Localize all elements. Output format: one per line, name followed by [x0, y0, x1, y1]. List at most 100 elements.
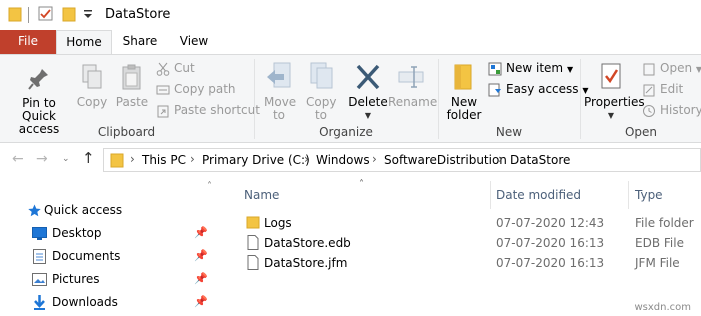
file-list: ˄ Name Date modified Type Logs 07-07-202…	[216, 177, 701, 316]
new-folder-button[interactable]: New folder	[444, 61, 484, 122]
tab-view[interactable]: View	[170, 30, 218, 54]
nav-label: Pictures	[52, 272, 100, 286]
file-type: File folder	[635, 216, 694, 230]
file-date: 07-07-2020 12:43	[496, 216, 605, 230]
ribbon-home: Pin to Quick access Copy Paste Cut Copy …	[0, 54, 701, 143]
pin-icon[interactable]: 📌	[194, 226, 208, 239]
new-folder-quick-icon[interactable]	[62, 6, 76, 22]
column-header-name[interactable]: Name	[244, 188, 279, 202]
up-arrow-icon[interactable]: ↑	[82, 149, 95, 167]
scissors-icon	[156, 62, 170, 76]
rename-label: Rename	[388, 95, 438, 109]
rename-button[interactable]: Rename	[388, 61, 438, 109]
documents-icon	[33, 249, 46, 264]
nav-item-desktop[interactable]: Desktop 📌	[0, 222, 213, 245]
column-header-date-modified[interactable]: Date modified	[496, 188, 581, 202]
paste-shortcut-icon	[156, 104, 170, 118]
open-group-label: Open	[624, 125, 658, 139]
properties-button[interactable]: Properties ▼	[584, 61, 645, 122]
table-row[interactable]: DataStore.jfm 07-07-2020 16:13 JFM File	[238, 253, 701, 273]
properties-dropdown-icon[interactable]: ▼	[584, 109, 638, 122]
navigation-pane: ˄ Quick access Desktop 📌 Documents 📌 Pic…	[0, 177, 213, 316]
breadcrumb-this-pc[interactable]: This PC	[142, 153, 186, 167]
column-divider[interactable]	[628, 181, 629, 209]
delete-button[interactable]: Delete ▼	[348, 61, 388, 122]
move-to-icon	[267, 62, 291, 88]
address-bar[interactable]: › This PC › Primary Drive (C:) › Windows…	[103, 148, 701, 172]
tab-file[interactable]: File	[0, 30, 56, 54]
chevron-right-icon[interactable]: ›	[498, 152, 503, 166]
easy-access-button[interactable]: Easy access ▼	[488, 80, 589, 98]
scroll-up-icon[interactable]: ˄	[207, 181, 212, 192]
delete-dropdown-icon[interactable]: ▼	[348, 109, 388, 122]
ribbon-tabs: File Home Share View	[0, 30, 701, 54]
open-dropdown-icon: ▼	[695, 65, 701, 74]
breadcrumb-windows[interactable]: Windows	[316, 153, 370, 167]
cut-label: Cut	[174, 61, 195, 75]
table-row[interactable]: DataStore.edb 07-07-2020 16:13 EDB File	[238, 233, 701, 253]
organize-group-label: Organize	[319, 125, 373, 139]
tab-home[interactable]: Home	[56, 30, 112, 54]
customize-toolbar-icon[interactable]	[83, 10, 93, 20]
file-type: JFM File	[635, 256, 680, 270]
recent-locations-icon[interactable]: ⌄	[62, 154, 70, 164]
nav-label: Downloads	[52, 295, 118, 309]
breadcrumb-primary-drive[interactable]: Primary Drive (C:)	[202, 153, 310, 167]
column-header-type[interactable]: Type	[635, 188, 663, 202]
pin-icon[interactable]: 📌	[194, 272, 208, 285]
chevron-right-icon[interactable]: ›	[372, 152, 377, 166]
breadcrumb-softwaredistribution[interactable]: SoftwareDistribution	[384, 153, 507, 167]
folder-icon	[8, 7, 22, 22]
folder-icon	[246, 216, 260, 229]
window-title: DataStore	[105, 7, 171, 22]
new-item-icon	[488, 62, 502, 76]
nav-item-documents[interactable]: Documents 📌	[0, 245, 213, 268]
open-button[interactable]: Open ▼	[642, 59, 701, 77]
rename-icon	[398, 66, 424, 88]
address-row: ← → ⌄ ↑ › This PC › Primary Drive (C:) ›…	[0, 143, 701, 177]
copy-button[interactable]: Copy	[76, 63, 108, 109]
tab-share[interactable]: Share	[114, 30, 166, 54]
properties-check-icon[interactable]	[38, 6, 54, 22]
breadcrumb-datastore[interactable]: DataStore	[510, 153, 570, 167]
nav-item-pictures[interactable]: Pictures 📌	[0, 268, 213, 291]
nav-label: Quick access	[44, 203, 123, 217]
back-arrow-icon[interactable]: ←	[12, 151, 24, 167]
nav-label: Desktop	[52, 226, 102, 240]
new-item-button[interactable]: New item ▼	[488, 59, 573, 77]
copy-to-icon	[310, 62, 333, 89]
star-icon	[28, 204, 41, 217]
nav-item-quick-access[interactable]: Quick access	[0, 199, 213, 222]
file-date: 07-07-2020 16:13	[496, 256, 605, 270]
table-row[interactable]: Logs 07-07-2020 12:43 File folder	[238, 213, 701, 233]
edit-button[interactable]: Edit	[642, 80, 683, 98]
new-folder-icon	[454, 64, 472, 90]
delete-icon	[356, 64, 380, 90]
history-label: History	[660, 103, 701, 117]
chevron-right-icon[interactable]: ›	[130, 152, 135, 166]
properties-icon	[601, 63, 621, 89]
column-divider[interactable]	[490, 181, 491, 209]
paste-button[interactable]: Paste	[114, 63, 150, 109]
new-item-dropdown-icon: ▼	[566, 65, 574, 74]
forward-arrow-icon[interactable]: →	[36, 151, 48, 167]
move-to-button[interactable]: Move to	[260, 61, 298, 122]
cut-button[interactable]: Cut	[156, 59, 195, 77]
pin-icon[interactable]: 📌	[194, 249, 208, 262]
history-button[interactable]: History	[642, 101, 701, 119]
file-name: Logs	[264, 216, 292, 230]
paste-shortcut-button[interactable]: Paste shortcut	[156, 101, 260, 119]
history-icon	[642, 104, 656, 118]
downloads-icon	[34, 295, 45, 310]
chevron-right-icon[interactable]: ›	[304, 152, 309, 166]
new-item-label: New item	[506, 61, 564, 75]
copy-to-label: Copy to	[306, 95, 337, 122]
copy-to-button[interactable]: Copy to	[302, 61, 340, 122]
nav-item-downloads[interactable]: Downloads 📌	[0, 291, 213, 314]
pin-icon[interactable]: 📌	[194, 295, 208, 308]
properties-label: Properties	[584, 95, 645, 109]
chevron-right-icon[interactable]: ›	[190, 152, 195, 166]
copy-path-button[interactable]: Copy path	[156, 80, 236, 98]
file-icon	[247, 255, 259, 270]
paste-icon	[122, 64, 141, 90]
